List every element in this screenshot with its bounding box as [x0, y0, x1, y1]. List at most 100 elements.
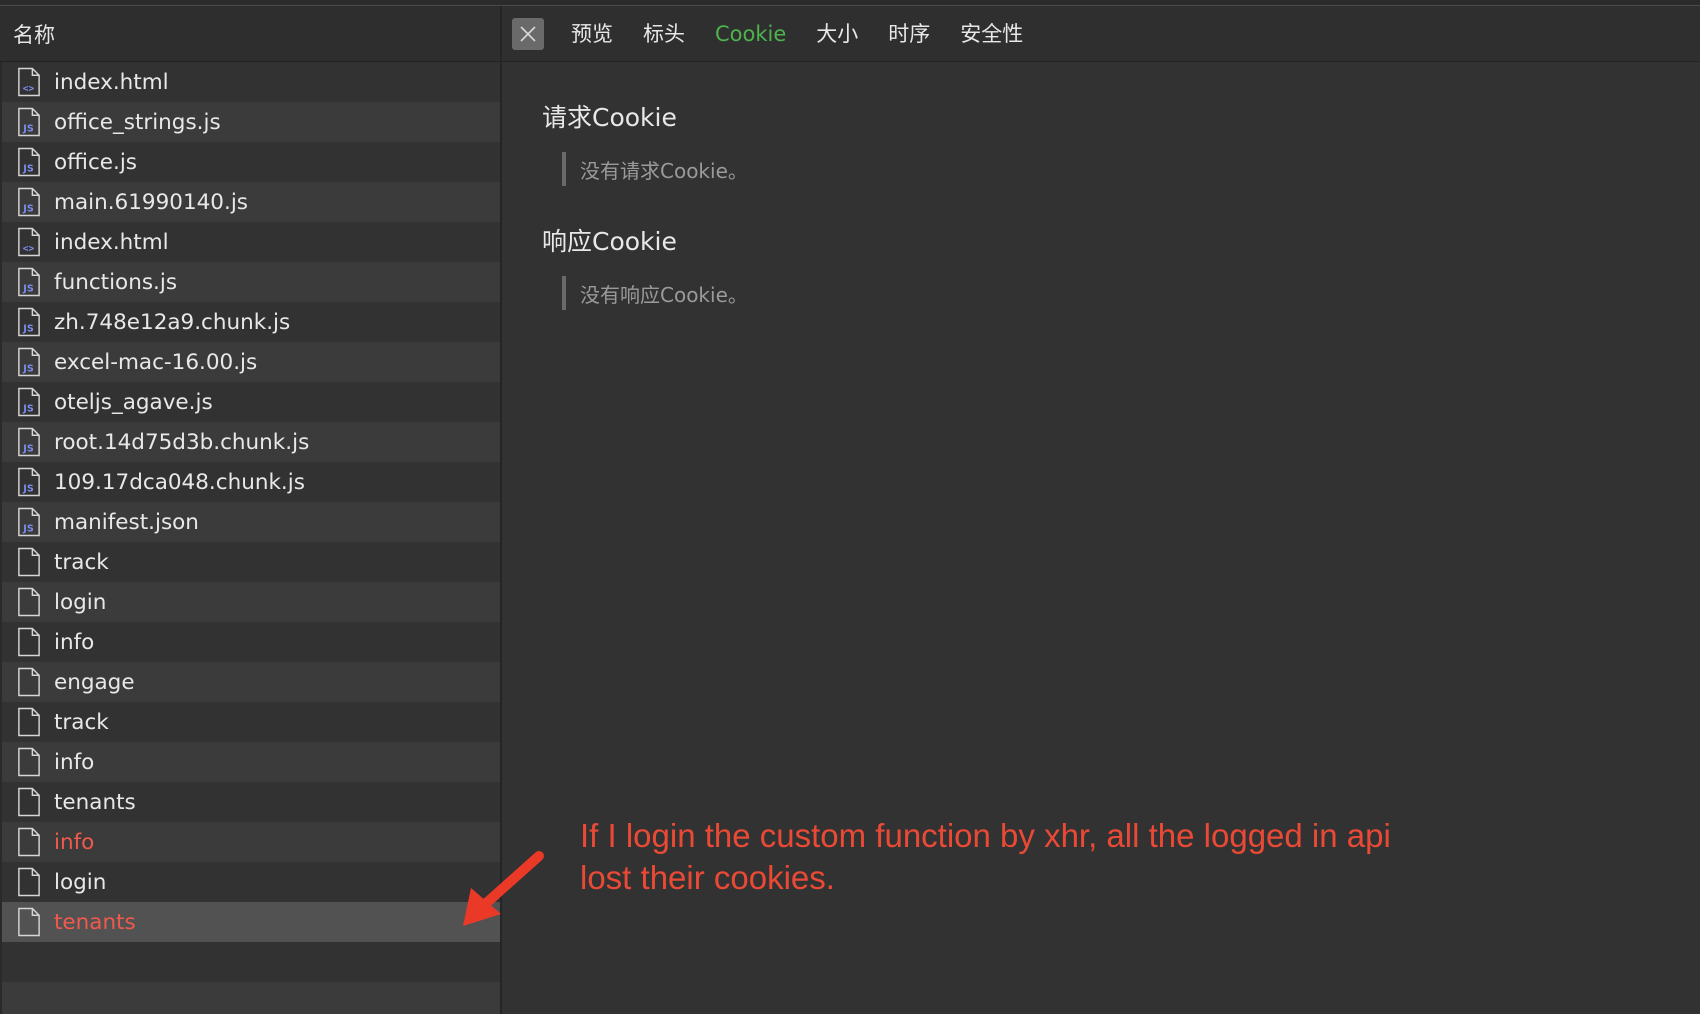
request-row[interactable]: JS 109.17dca048.chunk.js	[0, 462, 500, 502]
request-name: tenants	[54, 789, 136, 815]
js-file-icon: JS	[18, 267, 40, 297]
request-name: info	[54, 829, 95, 855]
response-cookie-heading: 响应Cookie	[542, 227, 677, 256]
request-row[interactable]: engage	[0, 662, 500, 702]
request-name: info	[54, 629, 95, 655]
request-name: index.html	[54, 229, 169, 255]
request-row[interactable]: info	[0, 822, 500, 862]
html-file-icon: <>	[18, 227, 40, 257]
request-name: tenants	[54, 909, 136, 935]
request-name: functions.js	[54, 269, 178, 295]
svg-text:JS: JS	[22, 444, 34, 455]
detail-tab-bar: 预览 标头 Cookie 大小 时序 安全性	[502, 6, 1700, 62]
request-list: <> index.html JS office_strings.js JS office.…	[0, 62, 500, 942]
svg-text:<>: <>	[23, 244, 35, 255]
name-column-header[interactable]: 名称	[0, 6, 500, 62]
svg-text:JS: JS	[22, 284, 34, 295]
request-row[interactable]: info	[0, 742, 500, 782]
request-row[interactable]: <> index.html	[0, 222, 500, 262]
generic-file-icon	[18, 667, 40, 697]
svg-text:JS: JS	[22, 404, 34, 415]
generic-file-icon	[18, 867, 40, 897]
request-name: engage	[54, 669, 135, 695]
js-file-icon: JS	[18, 427, 40, 457]
generic-file-icon	[18, 587, 40, 617]
js-file-icon: JS	[18, 187, 40, 217]
request-name: 109.17dca048.chunk.js	[54, 469, 305, 495]
request-name: info	[54, 749, 95, 775]
request-row[interactable]: JS office_strings.js	[0, 102, 500, 142]
annotation-line-1: If I login the custom function by xhr, a…	[580, 817, 1391, 854]
request-row[interactable]: JS root.14d75d3b.chunk.js	[0, 422, 500, 462]
request-row[interactable]: track	[0, 702, 500, 742]
svg-text:JS: JS	[22, 204, 34, 215]
request-row[interactable]: JS oteljs_agave.js	[0, 382, 500, 422]
request-name: office.js	[54, 149, 137, 175]
html-file-icon: <>	[18, 67, 40, 97]
close-detail-button[interactable]	[512, 17, 544, 50]
request-row[interactable]: JS functions.js	[0, 262, 500, 302]
request-name: manifest.json	[54, 509, 199, 535]
svg-text:JS: JS	[22, 324, 34, 335]
generic-file-icon	[18, 627, 40, 657]
request-row[interactable]: JS zh.748e12a9.chunk.js	[0, 302, 500, 342]
svg-text:<>: <>	[23, 84, 35, 95]
svg-text:JS: JS	[22, 124, 34, 135]
close-icon	[520, 25, 536, 42]
request-name: excel-mac-16.00.js	[54, 349, 258, 375]
generic-file-icon	[18, 827, 40, 857]
request-row[interactable]: JS main.61990140.js	[0, 182, 500, 222]
annotation-arrow-icon	[463, 851, 544, 926]
request-row[interactable]: JS office.js	[0, 142, 500, 182]
empty-list-row	[0, 982, 500, 1014]
js-file-icon: JS	[18, 347, 40, 377]
js-file-icon: JS	[18, 507, 40, 537]
empty-list-row	[0, 942, 500, 982]
request-name: office_strings.js	[54, 109, 221, 135]
annotation-line-2: lost their cookies.	[580, 859, 835, 896]
tab-size[interactable]: 大小	[801, 6, 873, 62]
js-file-icon: JS	[18, 147, 40, 177]
request-name: login	[54, 589, 107, 615]
generic-file-icon	[18, 547, 40, 577]
request-row[interactable]: <> index.html	[0, 62, 500, 102]
request-row[interactable]: JS excel-mac-16.00.js	[0, 342, 500, 382]
tab-timing[interactable]: 时序	[873, 6, 945, 62]
request-cookie-heading: 请求Cookie	[542, 103, 677, 132]
tab-headers[interactable]: 标头	[628, 6, 700, 62]
js-file-icon: JS	[18, 387, 40, 417]
request-list-pane: 名称 <> index.html JS office_strings.js JS offi…	[0, 6, 502, 1014]
request-row[interactable]: tenants	[0, 782, 500, 822]
annotation-note: If I login the custom function by xhr, a…	[580, 815, 1480, 899]
js-file-icon: JS	[18, 307, 40, 337]
request-cookie-empty-message: 没有请求Cookie。	[562, 152, 748, 186]
name-column-header-label: 名称	[13, 22, 55, 47]
js-file-icon: JS	[18, 467, 40, 497]
tab-security[interactable]: 安全性	[945, 6, 1038, 62]
svg-text:JS: JS	[22, 524, 34, 535]
request-name: track	[54, 709, 109, 735]
generic-file-icon	[18, 907, 40, 937]
request-row[interactable]: login	[0, 582, 500, 622]
svg-text:JS: JS	[22, 484, 34, 495]
generic-file-icon	[18, 707, 40, 737]
response-cookie-empty-message: 没有响应Cookie。	[562, 276, 748, 310]
request-name: login	[54, 869, 107, 895]
tab-preview[interactable]: 预览	[556, 6, 628, 62]
js-file-icon: JS	[18, 107, 40, 137]
request-name: main.61990140.js	[54, 189, 248, 215]
svg-text:JS: JS	[22, 364, 34, 375]
request-row[interactable]: login	[0, 862, 500, 902]
request-row[interactable]: JS manifest.json	[0, 502, 500, 542]
request-row[interactable]: info	[0, 622, 500, 662]
svg-text:JS: JS	[22, 164, 34, 175]
request-name: oteljs_agave.js	[54, 389, 213, 415]
request-name: zh.748e12a9.chunk.js	[54, 309, 291, 335]
tab-cookie[interactable]: Cookie	[700, 6, 801, 62]
request-row[interactable]: tenants	[0, 902, 500, 942]
generic-file-icon	[18, 747, 40, 777]
request-name: root.14d75d3b.chunk.js	[54, 429, 310, 455]
request-row[interactable]: track	[0, 542, 500, 582]
generic-file-icon	[18, 787, 40, 817]
request-name: index.html	[54, 69, 169, 95]
